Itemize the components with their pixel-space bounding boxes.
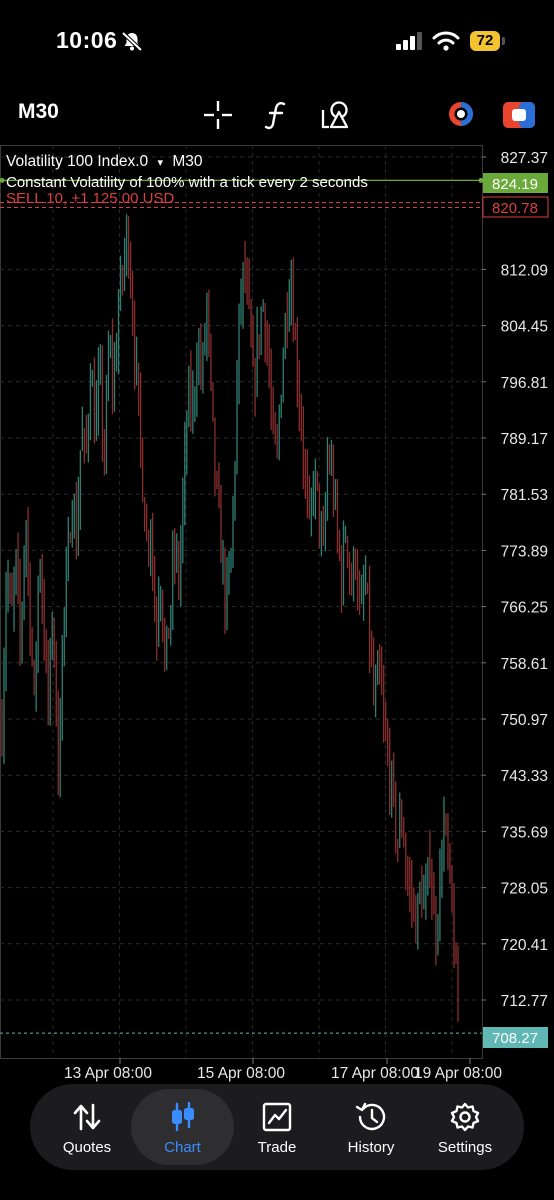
price-tick-label: 728.05 [501, 881, 548, 898]
price-tick-label: 750.97 [501, 712, 548, 729]
time-axis: 13 Apr 08:00 15 Apr 08:00 17 Apr 08:0019 A… [64, 1058, 502, 1082]
trade-chart-icon [262, 1102, 292, 1132]
objects-icon[interactable] [320, 98, 352, 130]
history-clock-icon [355, 1102, 386, 1131]
price-tick-label: 712.77 [501, 993, 548, 1010]
chart-timeframe-label: M30 [172, 153, 203, 170]
color-theme-icon[interactable] [446, 99, 476, 129]
price-tick-label: 758.61 [501, 656, 548, 673]
crosshair-icon[interactable] [202, 99, 234, 131]
tab-chart-label: Chart [164, 1139, 201, 1156]
silent-mode-bell-icon [121, 31, 143, 52]
time-tick-label: 19 Apr 08:00 [414, 1065, 502, 1082]
time-tick-label: 17 Apr 08:00 [331, 1065, 419, 1082]
position-label[interactable]: SELL 10, +1 125.00 USD [6, 190, 174, 207]
price-tick-label: 827.37 [501, 150, 548, 167]
tab-settings[interactable]: Settings [418, 1089, 512, 1165]
price-tick-label: 781.53 [501, 487, 548, 504]
bid-price-label: 824.19 [492, 176, 538, 193]
current-price-label: 708.27 [492, 1030, 538, 1047]
function-icon[interactable] [264, 99, 290, 131]
price-chart[interactable]: 827.37 812.09 804.45 796.81 789.17 781.53 773.… [0, 145, 554, 1090]
tab-history-label: History [347, 1139, 395, 1156]
price-tick-label: 735.69 [501, 824, 548, 841]
tab-quotes-label: Quotes [62, 1139, 112, 1156]
price-tick-label: 796.81 [501, 375, 548, 392]
time-tick-label: 13 Apr 08:00 [64, 1065, 152, 1082]
candlestick-icon [171, 1101, 194, 1132]
status-time: 10:06 [56, 27, 118, 53]
time-tick-label: 15 Apr 08:00 [197, 1065, 285, 1082]
timeframe-button[interactable]: M30 [18, 100, 59, 124]
tab-chart[interactable]: Chart [131, 1089, 234, 1165]
wifi-icon [432, 31, 460, 51]
cellular-signal-icon [396, 32, 422, 50]
bid-line-marker [478, 177, 484, 183]
price-tick-label: 804.45 [501, 319, 548, 336]
quotes-arrows-icon [73, 1103, 101, 1131]
tab-trade-label: Trade [257, 1139, 297, 1156]
price-tick-label: 720.41 [501, 937, 548, 954]
trade-toggle-icon[interactable] [503, 102, 535, 128]
price-tick-label: 773.89 [501, 543, 548, 560]
price-tick-label: 766.25 [501, 600, 548, 617]
symbol-description: Constant Volatility of 100% with a tick … [6, 174, 368, 191]
tab-trade[interactable]: Trade [230, 1089, 324, 1165]
svg-text:Volatility 100 Index.0 ▾[interactable]: Volatility 100 Index.0 ▾ M30 [6, 153, 203, 170]
price-tick-label: 812.09 [501, 262, 548, 279]
price-tick-label: 789.17 [501, 431, 548, 448]
gear-icon [450, 1102, 480, 1132]
symbol-dropdown-icon[interactable]: ▾ [158, 157, 164, 169]
tab-history[interactable]: History [324, 1089, 418, 1165]
symbol-label[interactable]: Volatility 100 Index.0 [6, 153, 149, 170]
price-tick-label: 743.33 [501, 768, 548, 785]
price-lines [0, 177, 484, 1034]
sell-price-label: 820.78 [492, 200, 538, 217]
battery-tip [502, 37, 505, 45]
tab-settings-label: Settings [437, 1139, 493, 1156]
price-axis: 827.37 812.09 804.45 796.81 789.17 781.53 773.… [482, 150, 548, 1010]
tab-quotes[interactable]: Quotes [40, 1089, 134, 1165]
bid-line-marker [0, 177, 5, 183]
candlestick-series [1, 214, 459, 1022]
battery-indicator: 72 [470, 31, 500, 51]
